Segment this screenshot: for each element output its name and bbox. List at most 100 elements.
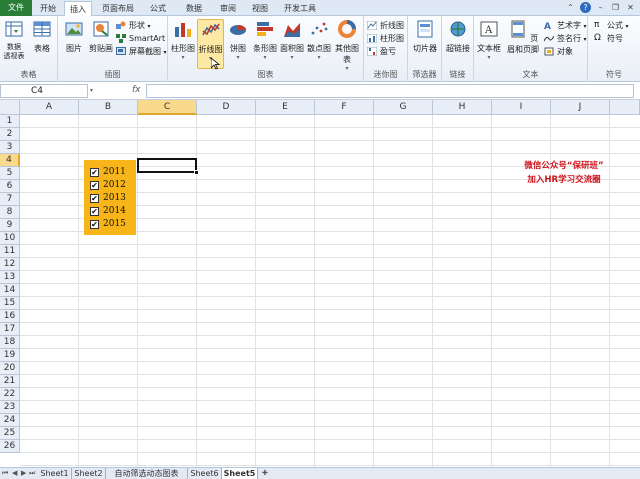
tab-data[interactable]: 数据 — [180, 1, 208, 16]
row-header-23[interactable]: 23 — [0, 401, 20, 414]
row-header-14[interactable]: 14 — [0, 284, 20, 297]
scatter-chart-button[interactable]: 散点图 ▾ — [306, 19, 332, 61]
screenshot-button[interactable]: 屏幕截图 ▾ — [116, 46, 167, 57]
wordart-button[interactable]: A 艺术字 ▾ — [544, 20, 587, 31]
tab-insert[interactable]: 插入 — [64, 1, 92, 17]
column-header-f[interactable]: F — [315, 100, 374, 115]
name-box-dropdown-icon[interactable]: ▾ — [90, 87, 93, 94]
prev-sheet-icon[interactable]: ◀ — [12, 469, 17, 477]
group-sparklines: 折线图 柱形图 盈亏 迷你图 — [364, 16, 408, 82]
row-header-16[interactable]: 16 — [0, 310, 20, 323]
row-header-13[interactable]: 13 — [0, 271, 20, 284]
row-header-3[interactable]: 3 — [0, 141, 20, 154]
sparkline-winloss-button[interactable]: 盈亏 — [367, 46, 396, 57]
first-sheet-icon[interactable]: ⏮ — [2, 469, 8, 478]
restore-icon[interactable]: ❐ — [610, 2, 621, 13]
row-header-26[interactable]: 26 — [0, 440, 20, 453]
row-header-8[interactable]: 8 — [0, 206, 20, 219]
line-chart-button[interactable]: 折线图 ▾ — [197, 19, 224, 70]
header-footer-button[interactable]: 页眉和页脚 — [504, 19, 542, 55]
fill-handle[interactable] — [194, 170, 199, 175]
area-chart-button[interactable]: 面积图 ▾ — [279, 19, 305, 61]
sheet-tab-sheet5[interactable]: Sheet5 — [222, 468, 258, 479]
symbol-button[interactable]: Ω 符号 — [594, 33, 623, 44]
picture-icon — [65, 22, 83, 36]
active-cell-c4[interactable] — [137, 158, 197, 173]
column-header-h[interactable]: H — [433, 100, 492, 115]
select-all-corner[interactable] — [0, 100, 20, 115]
column-header-j[interactable]: J — [551, 100, 610, 115]
name-box[interactable]: C4 — [0, 84, 88, 98]
equation-label: 公式 — [607, 21, 623, 30]
pivot-table-button[interactable]: 数据 透视表 — [2, 19, 26, 61]
row-header-1[interactable]: 1 — [0, 115, 20, 128]
last-sheet-icon[interactable]: ⏭ — [29, 469, 35, 478]
row-header-7[interactable]: 7 — [0, 193, 20, 206]
formula-input[interactable] — [146, 84, 634, 98]
tab-formulas[interactable]: 公式 — [144, 1, 172, 16]
textbox-label: 文本框 — [477, 44, 501, 53]
collapse-ribbon-icon[interactable]: ⌃ — [565, 2, 576, 13]
row-header-6[interactable]: 6 — [0, 180, 20, 193]
column-header-i[interactable]: I — [492, 100, 551, 115]
row-header-10[interactable]: 10 — [0, 232, 20, 245]
smartart-button[interactable]: SmartArt — [116, 33, 165, 44]
row-header-15[interactable]: 15 — [0, 297, 20, 310]
row-header-12[interactable]: 12 — [0, 258, 20, 271]
column-header-c[interactable]: C — [138, 100, 197, 115]
equation-button[interactable]: π 公式 ▾ — [594, 20, 629, 31]
clipart-button[interactable]: 剪贴画 — [88, 19, 114, 54]
new-sheet-icon[interactable]: ✚ — [262, 469, 268, 477]
next-sheet-icon[interactable]: ▶ — [21, 469, 26, 477]
table-button[interactable]: 表格 — [30, 19, 54, 54]
sparkline-column-button[interactable]: 柱形图 — [367, 33, 404, 44]
row-header-17[interactable]: 17 — [0, 323, 20, 336]
picture-button[interactable]: 图片 — [62, 19, 86, 54]
row-header-20[interactable]: 20 — [0, 362, 20, 375]
column-header-g[interactable]: G — [374, 100, 433, 115]
tab-home[interactable]: 开始 — [34, 1, 62, 16]
row-header-5[interactable]: 5 — [0, 167, 20, 180]
column-header-d[interactable]: D — [197, 100, 256, 115]
insert-function-button[interactable]: fx — [132, 85, 141, 95]
row-header-24[interactable]: 24 — [0, 414, 20, 427]
tab-review[interactable]: 审阅 — [214, 1, 242, 16]
tab-developer[interactable]: 开发工具 — [280, 1, 320, 16]
pie-chart-icon — [230, 25, 246, 35]
textbox-button[interactable]: A 文本框 ▾ — [476, 19, 502, 61]
sheet-tab-sheet6[interactable]: Sheet6 — [188, 468, 222, 479]
row-header-4[interactable]: 4 — [0, 154, 20, 167]
pie-chart-button[interactable]: 饼图 ▾ — [226, 19, 250, 61]
hyperlink-icon — [450, 21, 466, 37]
row-header-18[interactable]: 18 — [0, 336, 20, 349]
tab-view[interactable]: 视图 — [246, 1, 274, 16]
bar-chart-button[interactable]: 条形图 ▾ — [252, 19, 278, 61]
row-header-9[interactable]: 9 — [0, 219, 20, 232]
object-button[interactable]: 对象 — [544, 46, 573, 57]
slicer-button[interactable]: 切片器 — [412, 19, 438, 54]
close-icon[interactable]: ✕ — [625, 2, 636, 13]
sheet-tab-sheet1[interactable]: Sheet1 — [38, 468, 72, 479]
sheet-tab-sheet2[interactable]: Sheet2 — [72, 468, 106, 479]
minimize-icon[interactable]: – — [595, 2, 606, 13]
column-chart-button[interactable]: 柱形图 ▾ — [170, 19, 196, 61]
row-header-19[interactable]: 19 — [0, 349, 20, 362]
row-header-21[interactable]: 21 — [0, 375, 20, 388]
column-header-e[interactable]: E — [256, 100, 315, 115]
row-header-22[interactable]: 22 — [0, 388, 20, 401]
tab-page-layout[interactable]: 页面布局 — [96, 1, 140, 16]
help-icon[interactable]: ? — [580, 2, 591, 13]
hyperlink-button[interactable]: 超链接 — [444, 19, 472, 54]
row-header-11[interactable]: 11 — [0, 245, 20, 258]
column-header-a[interactable]: A — [20, 100, 79, 115]
signature-line-button[interactable]: 签名行 ▾ — [544, 33, 587, 44]
other-charts-button[interactable]: 其他图表 ▾ — [332, 19, 362, 72]
shapes-button[interactable]: 形状 ▾ — [116, 20, 151, 31]
sparkline-line-button[interactable]: 折线图 — [367, 20, 404, 31]
column-header-b[interactable]: B — [79, 100, 138, 115]
row-header-25[interactable]: 25 — [0, 427, 20, 440]
sheet-tab-auto-filter-chart[interactable]: 自动筛选动态图表 — [106, 468, 188, 479]
tab-file[interactable]: 文件 — [0, 0, 32, 16]
column-header-k[interactable] — [610, 100, 640, 115]
row-header-2[interactable]: 2 — [0, 128, 20, 141]
